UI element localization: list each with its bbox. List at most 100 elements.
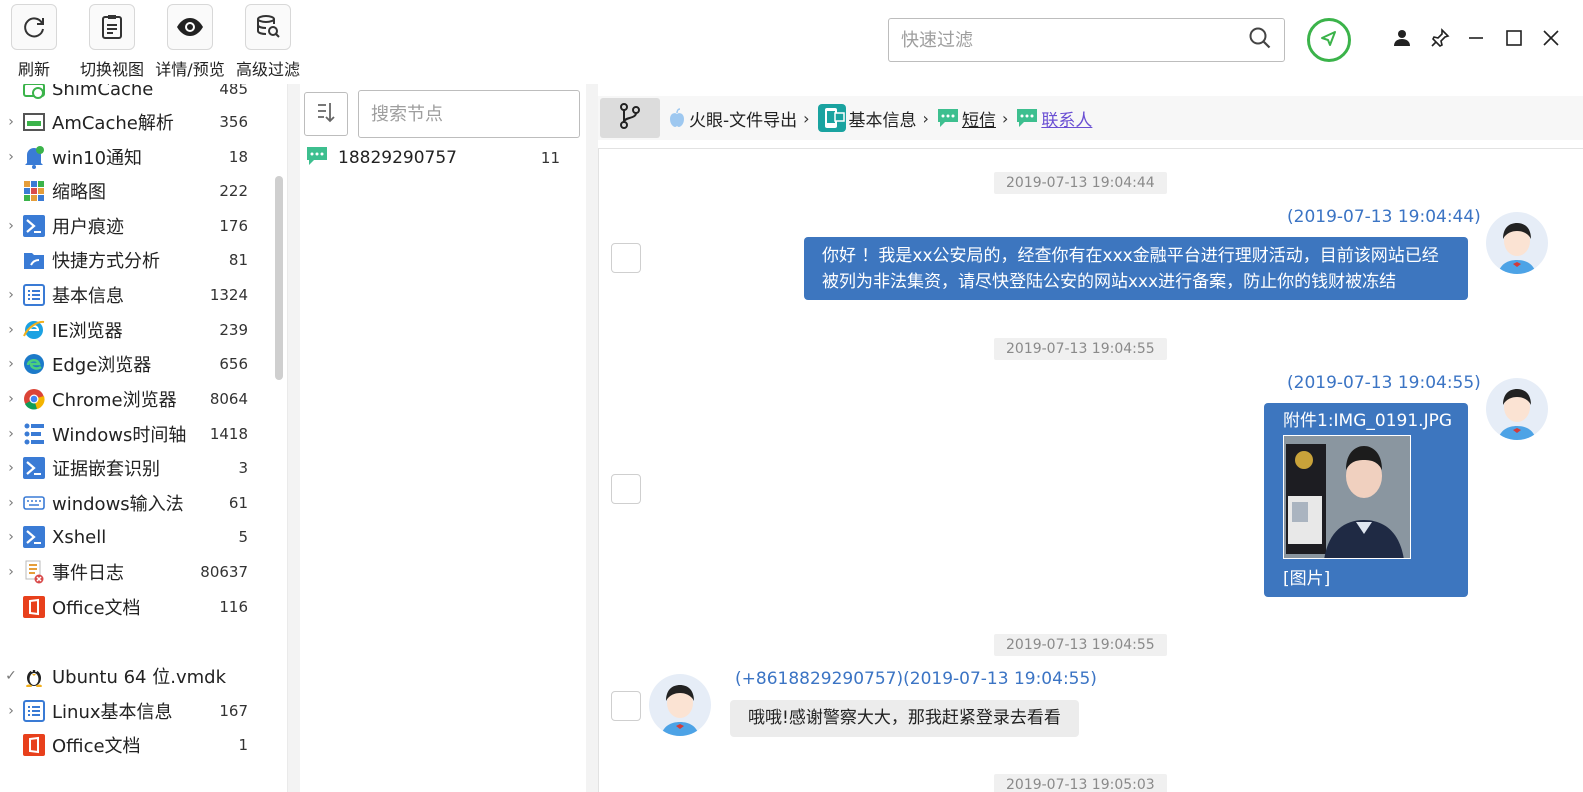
chevron-right-icon[interactable]: › — [0, 218, 22, 234]
toolbar: 刷新 切换视图 详情/预览 高级过滤 — [0, 0, 1583, 84]
avatar — [1486, 378, 1548, 440]
message-checkbox[interactable] — [611, 474, 641, 504]
tree-item-shortcut-analysis[interactable]: 快捷方式分析 81 — [0, 243, 270, 277]
maximize-icon[interactable] — [1500, 24, 1528, 52]
tree-item-win10-notify[interactable]: › win10通知 18 — [0, 140, 270, 174]
tree-scrollbar[interactable] — [275, 176, 283, 380]
advanced-filter-button[interactable]: 高级过滤 — [231, 4, 305, 80]
avatar — [1486, 212, 1548, 274]
sort-button[interactable] — [304, 92, 348, 136]
message-time: (2019-07-13 19:04:55) — [1287, 373, 1481, 393]
tree-item-windows-ime[interactable]: › windows输入法 61 — [0, 486, 270, 520]
window-icon — [22, 110, 46, 134]
tree-item-ie[interactable]: › IE浏览器 239 — [0, 313, 270, 347]
breadcrumb-item-export[interactable]: 火眼-文件导出 — [668, 106, 797, 131]
tree-item-user-traces[interactable]: › 用户痕迹 176 — [0, 209, 270, 243]
message-bubble-incoming[interactable]: 哦哦!感谢警察大大，那我赶紧登录去看看 — [730, 700, 1079, 737]
ie-icon — [22, 318, 46, 342]
terminal-icon — [22, 456, 46, 480]
list-icon — [22, 699, 46, 723]
tree-item-thumbnails[interactable]: 缩略图 222 — [0, 174, 270, 208]
list-icon — [22, 283, 46, 307]
chevron-right-icon[interactable]: › — [0, 114, 22, 130]
location-pin-button[interactable] — [1307, 18, 1351, 62]
details-preview-button[interactable]: 详情/预览 — [153, 4, 227, 80]
tree-item-edge[interactable]: › Edge浏览器 656 — [0, 347, 270, 381]
advanced-filter-label: 高级过滤 — [235, 60, 300, 79]
tree-item-ubuntu-vmdk[interactable]: ✓ Ubuntu 64 位.vmdk — [0, 659, 270, 693]
pin-icon — [1319, 28, 1339, 52]
tree-item-amcache[interactable]: › AmCache解析 356 — [0, 105, 270, 139]
chrome-icon — [22, 387, 46, 411]
switch-view-label: 切换视图 — [79, 60, 144, 79]
tree-item-windows-timeline[interactable]: › Windows时间轴 1418 — [0, 417, 270, 451]
branch-button[interactable] — [600, 98, 660, 138]
tree-item-office-docs[interactable]: Office文档 116 — [0, 590, 270, 624]
chevron-right-icon[interactable]: › — [0, 149, 22, 165]
details-preview-label: 详情/预览 — [155, 60, 225, 79]
refresh-icon — [11, 4, 57, 50]
folder-icon — [22, 248, 46, 272]
breadcrumb-item-contact[interactable]: 联系人 — [1016, 106, 1092, 131]
breadcrumb-item-sms[interactable]: 短信 — [937, 106, 996, 131]
message-bubble-outgoing[interactable]: 你好 ！我是xx公安局的，经查你有在xxx金融平台进行理财活动，目前该网站已经被… — [804, 237, 1468, 300]
breadcrumb-item-basic-info[interactable]: 基本信息 — [817, 104, 917, 132]
tree-item-event-log[interactable]: › 事件日志 80637 — [0, 555, 270, 589]
avatar — [649, 674, 711, 736]
chevron-right-icon[interactable]: › — [0, 460, 22, 476]
message-checkbox[interactable] — [611, 691, 641, 721]
tree-item-linux-basic-info[interactable]: › Linux基本信息 167 — [0, 694, 270, 728]
message-bubble-attachment[interactable]: 附件1:IMG_0191.JPG [图片] — [1264, 403, 1468, 597]
attachment-caption: [图片] — [1283, 569, 1331, 589]
sort-icon — [314, 100, 338, 128]
node-search[interactable] — [358, 90, 619, 138]
chevron-right-icon[interactable]: › — [0, 529, 22, 545]
node-item[interactable]: 18829290757 11 — [306, 144, 574, 172]
user-icon[interactable] — [1388, 24, 1416, 52]
chevron-right-icon[interactable]: › — [0, 287, 22, 303]
clipboard-icon — [89, 4, 135, 50]
timestamp: 2019-07-13 19:05:03 — [994, 774, 1167, 792]
refresh-button[interactable]: 刷新 — [0, 4, 71, 80]
search-icon[interactable] — [1248, 26, 1272, 54]
keyboard-icon — [22, 491, 46, 515]
node-search-input[interactable] — [371, 103, 596, 125]
tree-item-basic-info[interactable]: › 基本信息 1324 — [0, 278, 270, 312]
breadcrumb-separator: › — [803, 108, 810, 128]
clock-icon — [22, 84, 46, 101]
tree-item-chrome[interactable]: › Chrome浏览器 8064 — [0, 382, 270, 416]
branch-icon — [619, 103, 641, 133]
chevron-down-icon[interactable]: ✓ — [0, 668, 22, 684]
database-search-icon — [245, 4, 291, 50]
timestamp: 2019-07-13 19:04:55 — [994, 338, 1167, 360]
pane-divider[interactable] — [586, 84, 598, 792]
timestamp: 2019-07-13 19:04:55 — [994, 634, 1167, 656]
tree-item-shimcache[interactable]: ShimCache 485 — [0, 84, 270, 106]
timeline-icon — [22, 422, 46, 446]
chevron-right-icon[interactable]: › — [0, 703, 22, 719]
pane-divider[interactable] — [288, 84, 300, 792]
message-sender-time: (+8618829290757)(2019-07-13 19:04:55) — [735, 669, 1097, 689]
quick-filter-input[interactable] — [901, 29, 1248, 51]
tree-item-linux-office-docs[interactable]: Office文档 1 — [0, 728, 270, 762]
minimize-icon[interactable] — [1462, 24, 1490, 52]
pushpin-icon[interactable] — [1426, 24, 1454, 52]
sms-icon — [1016, 108, 1038, 128]
message-checkbox[interactable] — [611, 243, 641, 273]
close-icon[interactable] — [1537, 24, 1565, 52]
office-icon — [22, 595, 46, 619]
chevron-right-icon[interactable]: › — [0, 495, 22, 511]
tree-item-xshell[interactable]: › Xshell 5 — [0, 520, 270, 554]
chevron-right-icon[interactable]: › — [0, 426, 22, 442]
refresh-label: 刷新 — [17, 60, 50, 79]
node-pane — [300, 84, 586, 792]
chevron-right-icon[interactable]: › — [0, 391, 22, 407]
attachment-image[interactable] — [1283, 435, 1411, 559]
tree-item-nested-evidence[interactable]: › 证据嵌套识别 3 — [0, 451, 270, 485]
chevron-right-icon[interactable]: › — [0, 356, 22, 372]
log-icon — [22, 560, 46, 584]
chevron-right-icon[interactable]: › — [0, 322, 22, 338]
quick-filter[interactable] — [888, 18, 1285, 62]
switch-view-button[interactable]: 切换视图 — [75, 4, 149, 80]
chevron-right-icon[interactable]: › — [0, 564, 22, 580]
